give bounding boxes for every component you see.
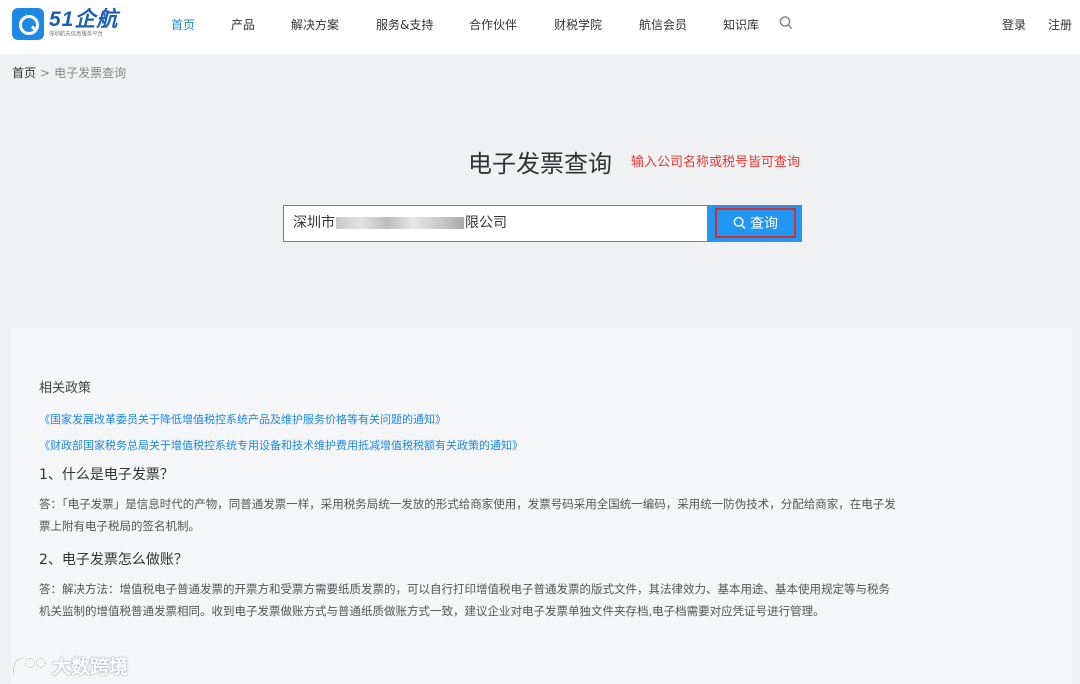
logo-subtitle: 深圳航天信息服务平台	[49, 31, 104, 38]
breadcrumb-home[interactable]: 首页	[12, 66, 36, 80]
faq-question: 1、什么是电子发票？	[39, 467, 174, 483]
login-link[interactable]: 登录	[1002, 16, 1026, 33]
search-value-prefix: 深圳市	[293, 215, 335, 231]
top-header: 51企航 深圳航天信息服务平台 首页 产品 解决方案 服务&支持 合作伙伴 财税…	[0, 0, 1080, 54]
search-icon	[733, 216, 746, 229]
search-icon[interactable]	[779, 15, 793, 31]
nav-item-membership[interactable]: 航信会员	[639, 16, 687, 33]
register-link[interactable]: 注册	[1048, 16, 1072, 33]
policy-link[interactable]: 《国家发展改革委员关于降低增值税控系统产品及维护服务价格等有关问题的通知》	[39, 411, 446, 427]
faq-answer: 答：「电子发票」是信息时代的产物，同普通发票一样，采用税务局统一发放的形式给商家…	[39, 497, 896, 533]
breadcrumb-current: 电子发票查询	[54, 66, 127, 80]
redacted-text-blur	[336, 217, 464, 229]
faq-answer: 答：解决方法：增值税电子普通发票的开票方和受票方需要纸质发票的，可以自行打印增值…	[39, 582, 890, 618]
search-button-highlight: 查询	[715, 208, 796, 238]
policy-heading: 相关政策	[39, 381, 92, 396]
search-button-label: 查询	[750, 216, 778, 232]
nav-item-knowledge-base[interactable]: 知识库	[723, 16, 759, 33]
search-hint: 输入公司名称或税号皆可查询	[631, 155, 801, 170]
watermark-text: 大数跨境	[52, 656, 129, 678]
company-search-input[interactable]: 深圳市 限公司	[283, 205, 708, 242]
nav-item-tax-academy[interactable]: 财税学院	[554, 16, 602, 33]
logo-q-icon	[12, 8, 44, 40]
search-value-suffix: 限公司	[465, 215, 507, 231]
page-title: 电子发票查询	[468, 150, 612, 178]
faq-question: 2、电子发票怎么做账？	[39, 552, 188, 568]
nav-item-service-support[interactable]: 服务&支持	[376, 16, 433, 33]
breadcrumb-separator: >	[40, 66, 51, 80]
watermark-logo-icon	[12, 656, 47, 674]
search-button[interactable]: 查询	[708, 205, 802, 242]
watermark: 大数跨境	[10, 652, 128, 679]
logo[interactable]: 51企航 深圳航天信息服务平台	[12, 8, 118, 40]
nav-item-products[interactable]: 产品	[231, 16, 255, 33]
policy-link[interactable]: 《财政部国家税务总局关于增值税控系统专用设备和技术维护费用抵减增值税税额有关政策…	[39, 437, 523, 453]
policy-panel: 相关政策 《国家发展改革委员关于降低增值税控系统产品及维护服务价格等有关问题的通…	[11, 327, 1072, 684]
nav-item-partners[interactable]: 合作伙伴	[469, 16, 517, 33]
logo-name: 51企航	[49, 8, 119, 31]
nav-item-solutions[interactable]: 解决方案	[291, 16, 339, 33]
breadcrumb: 首页 > 电子发票查询	[12, 64, 126, 81]
nav-item-home[interactable]: 首页	[171, 16, 195, 33]
